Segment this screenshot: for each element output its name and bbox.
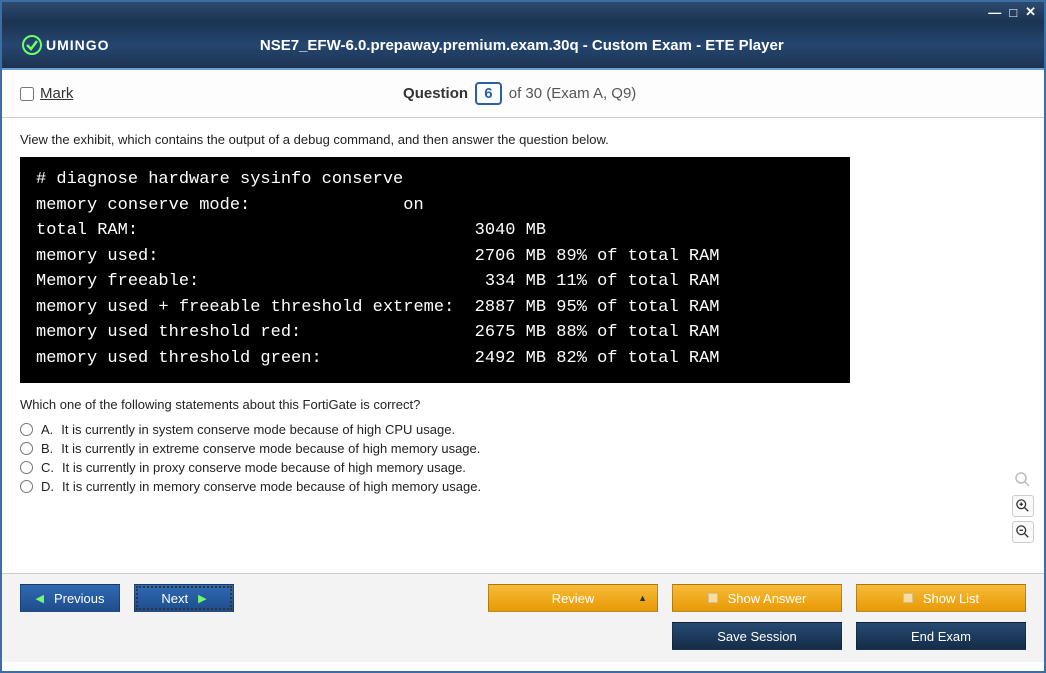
show-answer-button[interactable]: Show Answer bbox=[672, 584, 842, 612]
option-d[interactable]: D. It is currently in memory conserve mo… bbox=[20, 479, 1026, 494]
question-number: 6 bbox=[475, 82, 501, 105]
option-letter: B. bbox=[41, 441, 53, 456]
logo-text: UMINGO bbox=[46, 37, 110, 53]
option-c[interactable]: C. It is currently in proxy conserve mod… bbox=[20, 460, 1026, 475]
mark-label[interactable]: Mark bbox=[40, 85, 73, 102]
zoom-in-icon[interactable] bbox=[1012, 495, 1034, 517]
radio-a[interactable] bbox=[20, 423, 33, 436]
exhibit-terminal: # diagnose hardware sysinfo conserve mem… bbox=[20, 157, 850, 383]
window-title: NSE7_EFW-6.0.prepaway.premium.exam.30q -… bbox=[110, 37, 934, 54]
option-letter: C. bbox=[41, 460, 54, 475]
triangle-up-icon: ▲ bbox=[638, 593, 647, 603]
stop-icon bbox=[708, 593, 718, 603]
btn-label: Show Answer bbox=[728, 591, 807, 606]
option-text: It is currently in proxy conserve mode b… bbox=[62, 460, 466, 475]
chevron-left-icon: ◀ bbox=[35, 592, 43, 605]
option-text: It is currently in system conserve mode … bbox=[61, 422, 455, 437]
close-icon[interactable]: ✕ bbox=[1025, 4, 1036, 20]
previous-button[interactable]: ◀ Previous bbox=[20, 584, 120, 612]
option-text: It is currently in memory conserve mode … bbox=[62, 479, 481, 494]
next-button[interactable]: Next ▶ bbox=[134, 584, 234, 612]
question-label: Question bbox=[403, 85, 468, 102]
btn-label: Previous bbox=[54, 591, 105, 606]
stop-icon bbox=[903, 593, 913, 603]
question-prompt: Which one of the following statements ab… bbox=[20, 397, 1026, 412]
option-text: It is currently in extreme conserve mode… bbox=[61, 441, 480, 456]
end-exam-button[interactable]: End Exam bbox=[856, 622, 1026, 650]
option-a[interactable]: A. It is currently in system conserve mo… bbox=[20, 422, 1026, 437]
window-titlebar: — □ ✕ bbox=[2, 2, 1044, 22]
btn-label: Next bbox=[161, 591, 188, 606]
show-list-button[interactable]: Show List bbox=[856, 584, 1026, 612]
checkmark-icon bbox=[22, 35, 42, 55]
question-total: of 30 (Exam A, Q9) bbox=[509, 85, 637, 102]
review-button[interactable]: Review ▲ bbox=[488, 584, 658, 612]
zoom-out-icon[interactable] bbox=[1012, 521, 1034, 543]
question-header: Mark Question 6 of 30 (Exam A, Q9) bbox=[2, 70, 1044, 118]
save-session-button[interactable]: Save Session bbox=[672, 622, 842, 650]
question-content: View the exhibit, which contains the out… bbox=[2, 118, 1044, 573]
btn-label: Review bbox=[552, 591, 595, 606]
option-letter: D. bbox=[41, 479, 54, 494]
mark-checkbox[interactable] bbox=[20, 87, 34, 101]
zoom-controls bbox=[1012, 469, 1034, 543]
question-counter: Question 6 of 30 (Exam A, Q9) bbox=[73, 82, 966, 105]
footer: ◀ Previous Next ▶ Review ▲ Show Answer Show… bbox=[2, 573, 1044, 662]
radio-d[interactable] bbox=[20, 480, 33, 493]
minimize-icon[interactable]: — bbox=[988, 5, 1001, 20]
radio-c[interactable] bbox=[20, 461, 33, 474]
app-logo: UMINGO bbox=[22, 35, 110, 55]
radio-b[interactable] bbox=[20, 442, 33, 455]
maximize-icon[interactable]: □ bbox=[1009, 5, 1017, 20]
chevron-right-icon: ▶ bbox=[198, 592, 206, 605]
option-letter: A. bbox=[41, 422, 53, 437]
btn-label: Show List bbox=[923, 591, 979, 606]
search-icon[interactable] bbox=[1012, 469, 1034, 491]
option-b[interactable]: B. It is currently in extreme conserve m… bbox=[20, 441, 1026, 456]
question-intro: View the exhibit, which contains the out… bbox=[20, 132, 1026, 147]
answer-options: A. It is currently in system conserve mo… bbox=[20, 422, 1026, 494]
app-header: UMINGO NSE7_EFW-6.0.prepaway.premium.exa… bbox=[2, 22, 1044, 70]
